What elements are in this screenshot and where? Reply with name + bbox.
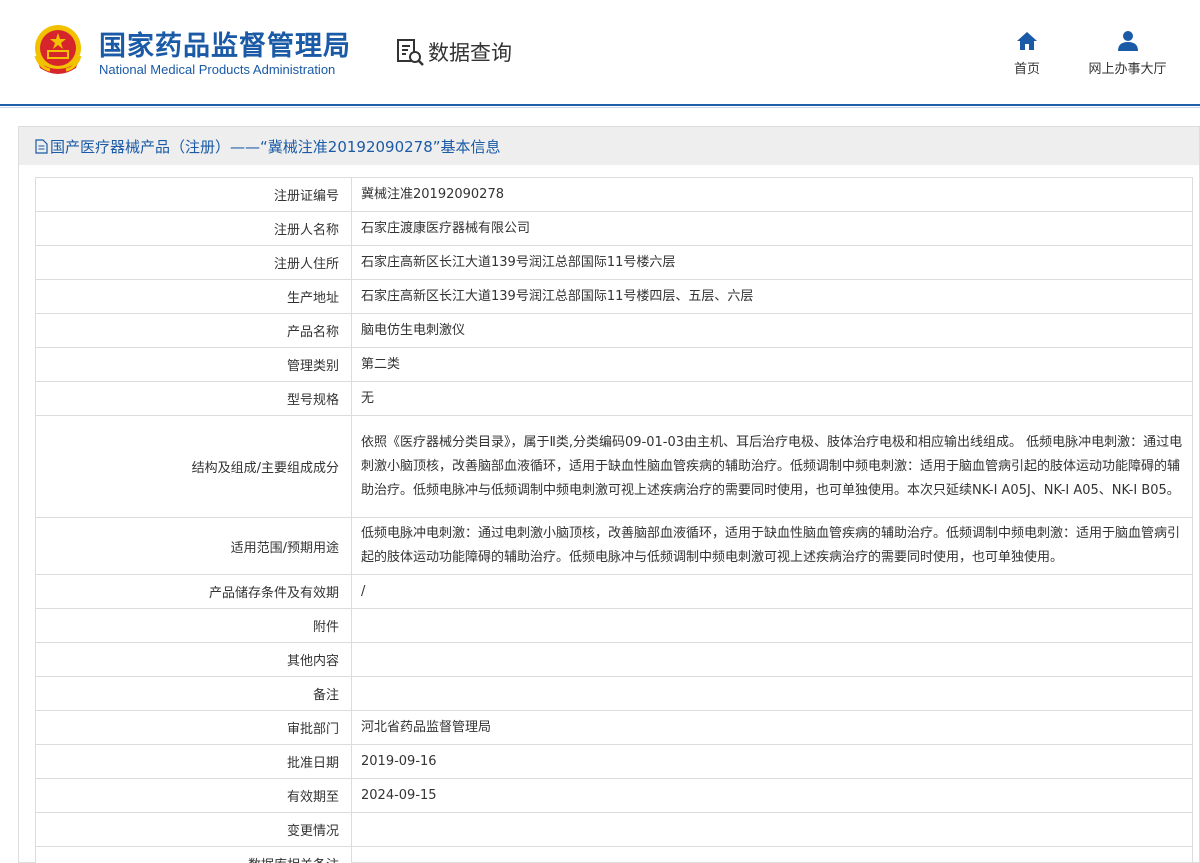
- row-value: 冀械注准20192090278: [351, 177, 1193, 212]
- data-query-label: 数据查询: [428, 41, 512, 65]
- row-label: 附件: [35, 608, 352, 643]
- row-value: [351, 812, 1193, 847]
- panel-title-bar: 国产医疗器械产品（注册）——“冀械注准20192090278”基本信息: [19, 127, 1199, 165]
- document-search-icon: [397, 39, 424, 66]
- row-label: 注册人名称: [35, 211, 352, 246]
- detail-panel: 国产医疗器械产品（注册）——“冀械注准20192090278”基本信息 注册证编…: [18, 126, 1200, 863]
- table-row: 有效期至 2024-09-15: [35, 778, 1193, 813]
- row-value: 2024-09-15: [351, 778, 1193, 813]
- nav-home-label: 首页: [1013, 62, 1040, 77]
- row-value: 第二类: [351, 347, 1193, 382]
- table-row: 适用范围/预期用途 低频电脉冲电刺激：通过电刺激小脑顶核，改善脑部血液循环，适用…: [35, 517, 1193, 575]
- row-label: 其他内容: [35, 642, 352, 677]
- org-name-cn: 国家药品监督管理局: [99, 31, 351, 62]
- row-label: 批准日期: [35, 744, 352, 779]
- row-value: [351, 676, 1193, 711]
- document-icon: [35, 138, 48, 154]
- row-value: 石家庄渡康医疗器械有限公司: [351, 211, 1193, 246]
- nav-online-hall[interactable]: 网上办事大厅: [1080, 30, 1175, 77]
- table-row: 审批部门 河北省药品监督管理局: [35, 710, 1193, 745]
- national-emblem-icon: [34, 25, 82, 74]
- table-row: 注册人住所 石家庄高新区长江大道139号润江总部国际11号楼六层: [35, 245, 1193, 280]
- row-value: 无: [351, 381, 1193, 416]
- row-value: 依照《医疗器械分类目录》，属于Ⅱ类,分类编码09-01-03由主机、耳后治疗电极…: [351, 415, 1193, 518]
- nav-home[interactable]: 首页: [1003, 30, 1051, 77]
- table-row: 批准日期 2019-09-16: [35, 744, 1193, 779]
- registration-info-table: 注册证编号 冀械注准20192090278 注册人名称 石家庄渡康医疗器械有限公…: [35, 177, 1193, 863]
- row-value: 河北省药品监督管理局: [351, 710, 1193, 745]
- panel-title: 国产医疗器械产品（注册）——“冀械注准20192090278”基本信息: [50, 137, 501, 156]
- site-header: 国家药品监督管理局 National Medical Products Admi…: [0, 0, 1200, 104]
- table-row: 产品名称 脑电仿生电刺激仪: [35, 313, 1193, 348]
- row-label: 管理类别: [35, 347, 352, 382]
- table-row: 型号规格 无: [35, 381, 1193, 416]
- row-value: 石家庄高新区长江大道139号润江总部国际11号楼六层: [351, 245, 1193, 280]
- row-label: 有效期至: [35, 778, 352, 813]
- row-value: 石家庄高新区长江大道139号润江总部国际11号楼四层、五层、六层: [351, 279, 1193, 314]
- row-label: 注册证编号: [35, 177, 352, 212]
- home-icon: [1017, 32, 1037, 50]
- nav-online-hall-label: 网上办事大厅: [1088, 62, 1167, 77]
- row-value: 低频电脉冲电刺激：通过电刺激小脑顶核，改善脑部血液循环，适用于缺血性脑血管疾病的…: [351, 517, 1193, 575]
- row-label: 产品储存条件及有效期: [35, 574, 352, 609]
- table-row: 产品储存条件及有效期 /: [35, 574, 1193, 609]
- table-row: 数据库相关备注: [35, 846, 1193, 863]
- row-value: [351, 642, 1193, 677]
- table-row: 附件: [35, 608, 1193, 643]
- row-label: 数据库相关备注: [35, 846, 352, 863]
- data-query-title[interactable]: 数据查询: [395, 36, 512, 68]
- header-divider-light: [0, 107, 1200, 108]
- row-value: [351, 608, 1193, 643]
- row-value: 脑电仿生电刺激仪: [351, 313, 1193, 348]
- org-name-en: National Medical Products Administration: [99, 62, 336, 77]
- header-divider: [0, 104, 1200, 106]
- row-label: 审批部门: [35, 710, 352, 745]
- table-row: 结构及组成/主要组成成分 依照《医疗器械分类目录》，属于Ⅱ类,分类编码09-01…: [35, 415, 1193, 518]
- row-value: [351, 846, 1193, 863]
- table-row: 变更情况: [35, 812, 1193, 847]
- user-icon: [1117, 31, 1138, 51]
- table-row: 注册证编号 冀械注准20192090278: [35, 177, 1193, 212]
- row-label: 备注: [35, 676, 352, 711]
- row-label: 结构及组成/主要组成成分: [35, 415, 352, 518]
- row-label: 产品名称: [35, 313, 352, 348]
- table-row: 注册人名称 石家庄渡康医疗器械有限公司: [35, 211, 1193, 246]
- row-value: 2019-09-16: [351, 744, 1193, 779]
- row-label: 型号规格: [35, 381, 352, 416]
- row-label: 注册人住所: [35, 245, 352, 280]
- row-label: 变更情况: [35, 812, 352, 847]
- table-row: 备注: [35, 676, 1193, 711]
- row-label: 适用范围/预期用途: [35, 517, 352, 575]
- row-label: 生产地址: [35, 279, 352, 314]
- row-value: /: [351, 574, 1193, 609]
- table-row: 管理类别 第二类: [35, 347, 1193, 382]
- table-row: 生产地址 石家庄高新区长江大道139号润江总部国际11号楼四层、五层、六层: [35, 279, 1193, 314]
- table-row: 其他内容: [35, 642, 1193, 677]
